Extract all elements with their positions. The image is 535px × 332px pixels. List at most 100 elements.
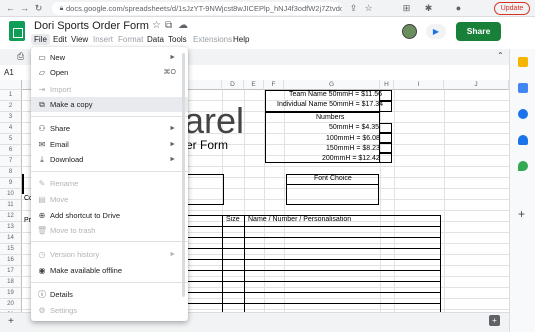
- select-all-corner[interactable]: [0, 80, 22, 90]
- row-header[interactable]: 4: [0, 123, 22, 134]
- maps-icon[interactable]: [518, 161, 528, 171]
- border-fragment: [22, 174, 24, 194]
- checkbox-cell[interactable]: [379, 143, 392, 153]
- forward-icon[interactable]: →: [18, 2, 31, 15]
- menu-insert[interactable]: Insert: [93, 35, 113, 44]
- menu-item-new[interactable]: ▭ New ►: [31, 50, 188, 65]
- column-header-e[interactable]: E: [244, 80, 264, 90]
- row-header[interactable]: 20: [0, 299, 22, 310]
- menu-extensions[interactable]: Extensions: [193, 35, 232, 44]
- row-header[interactable]: 18: [0, 277, 22, 288]
- row-header[interactable]: 15: [0, 244, 22, 255]
- table-row: [184, 270, 441, 271]
- table-row: [184, 292, 441, 293]
- star-icon[interactable]: ☆: [362, 2, 375, 15]
- menu-tools[interactable]: Tools: [168, 35, 187, 44]
- meet-icon[interactable]: ▶: [426, 24, 446, 39]
- row-header[interactable]: 19: [0, 288, 22, 299]
- checkbox-cell[interactable]: [379, 123, 392, 133]
- row-header[interactable]: 11: [0, 200, 22, 211]
- menu-data[interactable]: Data: [147, 35, 164, 44]
- collapse-toolbar-icon[interactable]: ⌃: [497, 51, 504, 60]
- menu-item-share[interactable]: ⚇ Share ►: [31, 121, 188, 136]
- column-header-f[interactable]: F: [264, 80, 284, 90]
- explore-icon[interactable]: +: [489, 315, 500, 326]
- contacts-icon[interactable]: [518, 135, 528, 145]
- row-header[interactable]: 3: [0, 112, 22, 123]
- menu-item-email[interactable]: ✉ Email ►: [31, 137, 188, 152]
- share-page-icon[interactable]: ⇪: [347, 2, 360, 15]
- move-folder-icon[interactable]: ⧉: [165, 20, 172, 31]
- address-bar[interactable]: docs.google.com/spreadsheets/d/1sJzYT-9N…: [52, 2, 342, 15]
- menu-item-details[interactable]: ⓘ Details: [31, 287, 188, 302]
- row-header[interactable]: 1: [0, 90, 22, 101]
- reload-icon[interactable]: ↻: [32, 2, 45, 15]
- row-header[interactable]: 17: [0, 266, 22, 277]
- menu-item-move-to-trash[interactable]: 🗑︎ Move to trash: [31, 223, 188, 238]
- copy-icon: ⧉: [39, 100, 45, 109]
- row-header[interactable]: 5: [0, 134, 22, 145]
- row-header[interactable]: 12: [0, 211, 22, 222]
- cloud-status-icon[interactable]: ☁: [178, 20, 188, 31]
- sheets-logo-icon[interactable]: [9, 21, 25, 41]
- row-header[interactable]: 16: [0, 255, 22, 266]
- add-sheet-icon[interactable]: +: [8, 316, 14, 327]
- update-button[interactable]: Update: [494, 2, 530, 15]
- row-header[interactable]: 2: [0, 101, 22, 112]
- row-header[interactable]: 13: [0, 222, 22, 233]
- download-icon: ⤓: [40, 155, 44, 164]
- menu-format[interactable]: Format: [118, 35, 143, 44]
- star-icon[interactable]: ☆: [152, 20, 161, 31]
- menu-item-rename[interactable]: ✎ Rename: [31, 176, 188, 191]
- column-header-i[interactable]: I: [394, 80, 444, 90]
- move-icon: ▤: [38, 195, 46, 204]
- tasks-icon[interactable]: [518, 109, 528, 119]
- info-icon: ⓘ: [38, 290, 46, 299]
- checkbox-cell[interactable]: [379, 153, 392, 163]
- history-icon: ◷: [38, 250, 46, 259]
- menu-item-version-history[interactable]: ◷ Version history ►: [31, 247, 188, 262]
- column-header-j[interactable]: J: [444, 80, 509, 90]
- keep-icon[interactable]: [518, 57, 528, 67]
- row-header[interactable]: 9: [0, 178, 22, 189]
- row-header[interactable]: 8: [0, 167, 22, 178]
- row-header[interactable]: 6: [0, 145, 22, 156]
- avatar[interactable]: [402, 24, 417, 39]
- price-line: Team Name 50mmH = $11.56: [289, 91, 383, 98]
- extension-icon[interactable]: ⊞: [400, 2, 413, 15]
- print-icon[interactable]: ⎙: [17, 51, 24, 62]
- menu-edit[interactable]: Edit: [53, 35, 67, 44]
- share-button[interactable]: Share: [456, 22, 501, 41]
- row-header[interactable]: 7: [0, 156, 22, 167]
- menu-help[interactable]: Help: [233, 35, 249, 44]
- back-icon[interactable]: ←: [4, 2, 17, 15]
- menu-item-make-copy[interactable]: ⧉ Make a copy: [31, 97, 188, 112]
- menu-scrollbar[interactable]: [182, 53, 185, 297]
- puzzle-icon[interactable]: ✱: [422, 2, 435, 15]
- menu-separator: [31, 171, 188, 172]
- checkbox-cell[interactable]: [379, 101, 392, 112]
- left-fragment: Pr: [24, 217, 31, 224]
- menu-item-import[interactable]: ⇥ Import: [31, 82, 188, 97]
- menu-item-move[interactable]: ▤ Move: [31, 192, 188, 207]
- menu-item-open[interactable]: ▱ Open ⌘O: [31, 65, 188, 80]
- column-header-h[interactable]: H: [380, 80, 394, 90]
- menu-item-add-shortcut[interactable]: ⊕ Add shortcut to Drive: [31, 208, 188, 223]
- rename-icon: ✎: [38, 179, 46, 188]
- row-header[interactable]: 14: [0, 233, 22, 244]
- menu-item-offline[interactable]: ◉ Make available offline: [31, 263, 188, 278]
- menu-file[interactable]: File: [31, 34, 50, 45]
- menu-item-download[interactable]: ⤓ Download ►: [31, 152, 188, 167]
- add-icon[interactable]: +: [518, 207, 525, 221]
- row-header[interactable]: 10: [0, 189, 22, 200]
- checkbox-cell[interactable]: [379, 133, 392, 143]
- checkbox-cell[interactable]: [379, 90, 392, 101]
- menu-view[interactable]: View: [71, 35, 88, 44]
- column-header-d[interactable]: D: [222, 80, 244, 90]
- menu-item-settings[interactable]: ⚙ Settings: [31, 303, 188, 318]
- profile-icon[interactable]: ●: [452, 2, 465, 15]
- column-header-g[interactable]: G: [284, 80, 380, 90]
- calendar-icon[interactable]: [518, 83, 528, 93]
- name-box[interactable]: A1: [0, 66, 22, 79]
- document-title[interactable]: Dori Sports Order Form: [34, 20, 149, 32]
